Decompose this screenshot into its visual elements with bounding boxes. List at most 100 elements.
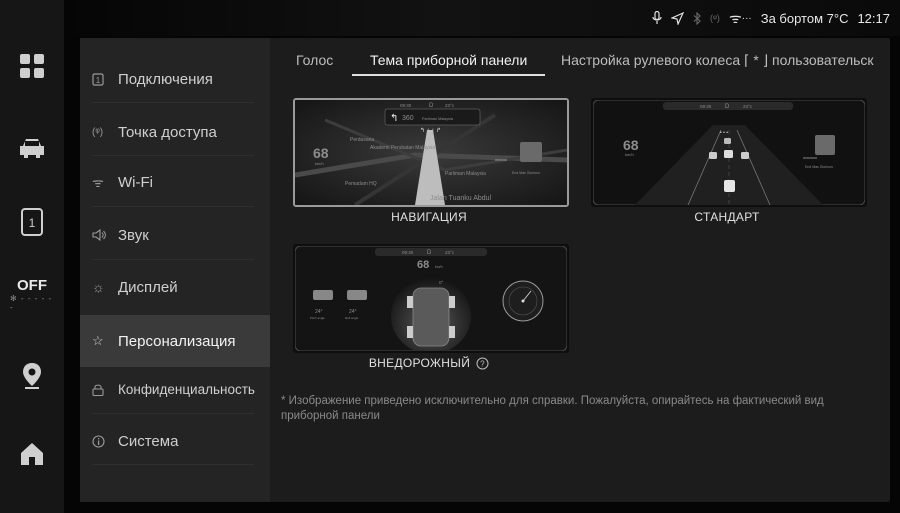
preview-street: Akademi Perubatan Malaysia	[370, 145, 435, 151]
microphone-icon[interactable]	[652, 11, 662, 25]
tab-voice[interactable]: Голос	[296, 52, 333, 68]
sidebar-item-label: Подключения	[118, 70, 213, 88]
divider	[92, 155, 254, 156]
preview-temp: 23°c	[445, 250, 455, 255]
preview-speed: 68	[417, 259, 429, 271]
disclaimer-note: * Изображение приведено исключительно дл…	[281, 395, 824, 422]
sidebar-item-sound[interactable]: Звук	[92, 213, 258, 257]
preview-speed: 68	[313, 145, 329, 161]
phone-icon[interactable]: 1	[10, 200, 54, 244]
sidebar-item-label: Wi-Fi	[118, 173, 153, 191]
sidebar-item-label: Персонализация	[118, 332, 236, 350]
preview-pitch: 24°	[315, 309, 323, 315]
preview-gear: D	[429, 103, 434, 109]
tab-bar: Голос Тема приборной панели Настройка ру…	[80, 38, 890, 76]
divider	[92, 206, 254, 207]
preview-roll: 24°	[349, 309, 357, 315]
preview-pitch-label: Pitch angle	[310, 316, 325, 320]
fan-icon: ✻ - - - - - -	[10, 293, 53, 312]
divider	[92, 102, 254, 103]
info-icon	[92, 434, 118, 448]
theme-card-navigation[interactable]: 09:30 D 23°c ↰ 360 Parliman Malaysia ↰ ↑…	[293, 98, 569, 207]
preview-unit: km/h	[435, 265, 443, 269]
clock: 12:17	[857, 10, 890, 26]
sidebar-item-hotspot[interactable]: (ᵠ) Точка доступа	[92, 110, 258, 154]
hotspot-icon: (ᵠ)	[709, 13, 720, 23]
sidebar-item-wifi[interactable]: ᯤ Wi-Fi	[92, 160, 258, 204]
svg-text:?: ?	[480, 359, 485, 368]
settings-panel: 1 Подключения (ᵠ) Точка доступа ᯤ Wi-Fi …	[80, 38, 890, 502]
svg-text:1: 1	[96, 76, 101, 85]
theme-caption-offroad: ВНЕДОРОЖНЫЙ	[368, 356, 471, 370]
question-circle-icon[interactable]: ?	[476, 357, 489, 370]
speaker-icon	[92, 229, 118, 241]
preview-time: 09:30	[402, 250, 414, 255]
climate-off-label: OFF	[17, 276, 47, 294]
theme-card-standard[interactable]: 09:30 D 23°c • • • 68 km/h End Mas Glori…	[591, 98, 867, 207]
preview-unit: km/h	[315, 161, 324, 166]
connections-icon: 1	[92, 72, 118, 86]
theme-caption-offroad-row: ВНЕДОРОЖНЫЙ ?	[293, 356, 565, 370]
sidebar-item-display[interactable]: ☼ Дисплей	[92, 265, 258, 309]
preview-street: Pemadam HQ	[345, 181, 377, 187]
active-tab-indicator	[352, 74, 545, 76]
preview-speed: 68	[623, 137, 639, 153]
preview-next-road: Parliman Malaysia	[422, 117, 454, 121]
preview-unit: km/h	[625, 152, 634, 157]
preview-temp: 23°c	[445, 103, 455, 108]
lock-icon	[92, 383, 118, 396]
preview-time: 09:30	[700, 104, 712, 109]
map-pin-icon[interactable]	[10, 354, 54, 398]
sidebar-item-privacy[interactable]: Конфиденциальность	[92, 367, 258, 411]
divider	[92, 413, 254, 414]
personalization-icon: ☆	[92, 333, 104, 348]
preview-distance: 360	[402, 115, 414, 122]
location-arrow-icon	[670, 11, 684, 25]
brightness-icon: ☼	[92, 279, 105, 295]
preview-time: 09:30	[400, 103, 412, 108]
preview-media: End Mas Glorious	[805, 165, 833, 169]
offroad-preview: 09:30 D 23°c 68 km/h 0° 24° 24° Pitch an…	[295, 246, 567, 351]
navigation-preview: 09:30 D 23°c ↰ 360 Parliman Malaysia ↰ ↑…	[295, 100, 567, 205]
apps-grid-icon[interactable]	[10, 44, 54, 88]
wifi-icon: ᯤ	[92, 175, 104, 190]
sidebar-item-label: Дисплей	[118, 278, 178, 296]
svg-text:• • •: • • •	[720, 130, 728, 136]
sidebar-item-label: Звук	[118, 226, 149, 244]
sidebar-item-label: Конфиденциальность	[118, 381, 255, 397]
standard-preview: 09:30 D 23°c • • • 68 km/h End Mas Glori…	[593, 100, 865, 205]
divider	[92, 259, 254, 260]
theme-caption-standard: СТАНДАРТ	[694, 210, 760, 224]
sidebar-item-system[interactable]: Система	[92, 419, 258, 463]
bluetooth-icon	[693, 11, 701, 25]
tab-steering-wheel[interactable]: Настройка рулевого колеса ⌈ * ⌋ пользова…	[561, 52, 886, 69]
sidebar-item-personalization[interactable]: ☆ Персонализация	[92, 319, 258, 363]
preview-tilt: 0°	[439, 280, 444, 285]
car-icon[interactable]	[10, 126, 54, 170]
turn-arrow-icon: ↰	[390, 113, 398, 124]
home-icon[interactable]	[10, 432, 54, 476]
theme-caption-navigation: НАВИГАЦИЯ	[391, 210, 467, 224]
sidebar-item-label: Точка доступа	[118, 123, 217, 141]
preview-gear: D	[427, 250, 432, 256]
sidebar-item-label: Система	[118, 432, 179, 450]
status-bar: (ᵠ) ᯤ ··· За бортом 7°C 12:17	[64, 0, 900, 36]
outside-temperature: За бортом 7°C	[760, 10, 849, 26]
svg-text:1: 1	[29, 216, 36, 230]
tab-dashboard-theme[interactable]: Тема приборной панели	[370, 52, 527, 68]
hotspot-icon: (ᵠ)	[92, 126, 104, 138]
theme-card-offroad[interactable]: 09:30 D 23°c 68 km/h 0° 24° 24° Pitch an…	[293, 244, 569, 353]
preview-temp: 23°c	[743, 104, 753, 109]
svg-text:↰ ↑ ↑ ↱: ↰ ↑ ↑ ↱	[420, 127, 441, 134]
preview-gear: D	[725, 104, 730, 110]
app-dock: 1 OFF ✻ - - - - - -	[0, 0, 64, 513]
preview-roll-label: Roll angle	[345, 316, 359, 320]
climate-off-button[interactable]: OFF ✻ - - - - - -	[10, 272, 54, 316]
preview-street: Jalan Tuanku Abdul	[430, 195, 492, 202]
settings-sidebar: 1 Подключения (ᵠ) Точка доступа ᯤ Wi-Fi …	[80, 38, 270, 502]
divider	[92, 464, 254, 465]
wifi-icon: ᯤ ···	[728, 9, 752, 26]
preview-media: End Mas Glorious	[512, 171, 540, 175]
preview-street: Parliman Malaysia	[445, 171, 486, 177]
preview-street: Perdasana	[350, 137, 374, 143]
